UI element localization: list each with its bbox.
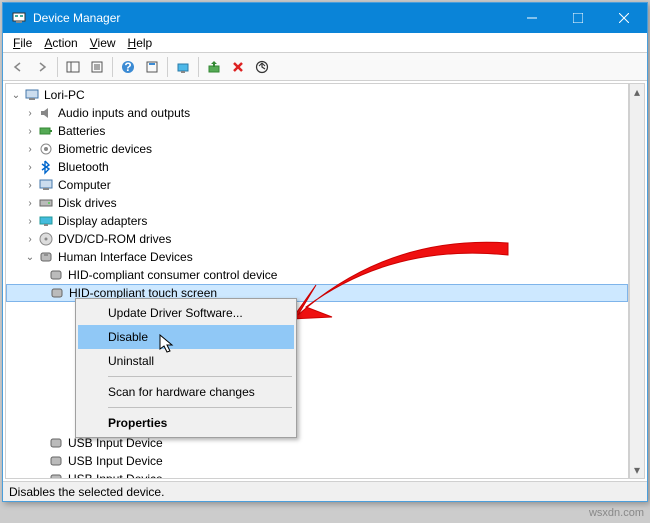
tree-item-biometric[interactable]: › Biometric devices <box>6 140 628 158</box>
tree-item-hid-consumer[interactable]: HID-compliant consumer control device <box>6 266 628 284</box>
window-title: Device Manager <box>33 11 509 25</box>
menu-action[interactable]: Action <box>38 34 83 52</box>
hid-icon <box>38 249 54 265</box>
tree-label: USB Input Device <box>68 472 163 479</box>
tree-label: Audio inputs and outputs <box>58 106 190 120</box>
audio-icon <box>38 105 54 121</box>
tree-item-disk-drives[interactable]: › Disk drives <box>6 194 628 212</box>
computer-icon <box>38 177 54 193</box>
uninstall-button[interactable] <box>227 56 249 78</box>
menu-disable[interactable]: Disable <box>78 325 294 349</box>
maximize-button[interactable] <box>555 3 601 33</box>
menu-separator <box>108 407 292 408</box>
scan-hardware-button[interactable] <box>172 56 194 78</box>
expander-icon[interactable]: › <box>24 161 36 173</box>
hid-device-icon <box>49 285 65 301</box>
update-driver-button[interactable] <box>203 56 225 78</box>
bluetooth-icon <box>38 159 54 175</box>
tree-label: Disk drives <box>58 196 117 210</box>
expander-icon[interactable]: › <box>24 179 36 191</box>
app-icon <box>11 10 27 26</box>
tree-item-usb-input[interactable]: USB Input Device <box>6 452 628 470</box>
back-button[interactable] <box>7 56 29 78</box>
context-menu: Update Driver Software... Disable Uninst… <box>75 298 297 438</box>
tree-item-hid[interactable]: ⌄ Human Interface Devices <box>6 248 628 266</box>
tree-item-computer[interactable]: › Computer <box>6 176 628 194</box>
menu-view[interactable]: View <box>84 34 122 52</box>
disk-icon <box>38 195 54 211</box>
menu-file[interactable]: File <box>7 34 38 52</box>
menu-scan-hardware[interactable]: Scan for hardware changes <box>78 380 294 404</box>
menu-properties[interactable]: Properties <box>78 411 294 435</box>
tree-label: HID-compliant consumer control device <box>68 268 277 282</box>
hid-device-icon <box>48 435 64 451</box>
titlebar: Device Manager <box>3 3 647 33</box>
biometric-icon <box>38 141 54 157</box>
toolbar: ? <box>3 53 647 81</box>
hid-device-icon <box>48 267 64 283</box>
tree-label: Computer <box>58 178 111 192</box>
expander-icon[interactable]: › <box>24 107 36 119</box>
tree-label: Human Interface Devices <box>58 250 193 264</box>
scroll-down-button[interactable]: ▾ <box>630 462 644 478</box>
properties-button[interactable] <box>86 56 108 78</box>
display-icon <box>38 213 54 229</box>
statusbar-text: Disables the selected device. <box>9 485 164 499</box>
tree-label: USB Input Device <box>68 454 163 468</box>
scroll-up-button[interactable]: ▴ <box>630 84 644 100</box>
statusbar: Disables the selected device. <box>3 481 647 501</box>
expander-icon[interactable]: › <box>24 125 36 137</box>
menubar: File Action View Help <box>3 33 647 53</box>
menu-uninstall[interactable]: Uninstall <box>78 349 294 373</box>
show-hide-tree-button[interactable] <box>62 56 84 78</box>
dvd-icon <box>38 231 54 247</box>
menu-update-driver[interactable]: Update Driver Software... <box>78 301 294 325</box>
tree-root[interactable]: ⌄ Lori-PC <box>6 86 628 104</box>
help-button[interactable]: ? <box>117 56 139 78</box>
expander-icon[interactable]: › <box>24 215 36 227</box>
expander-icon[interactable]: ⌄ <box>10 89 22 101</box>
hid-device-icon <box>48 471 64 479</box>
close-button[interactable] <box>601 3 647 33</box>
tree-label: Lori-PC <box>44 88 85 102</box>
expander-icon[interactable]: › <box>24 143 36 155</box>
tree-item-bluetooth[interactable]: › Bluetooth <box>6 158 628 176</box>
tree-item-usb-input[interactable]: USB Input Device <box>6 470 628 479</box>
tree-label: Batteries <box>58 124 105 138</box>
tree-label: Biometric devices <box>58 142 152 156</box>
expander-icon[interactable]: › <box>24 233 36 245</box>
tree-item-dvd[interactable]: › DVD/CD-ROM drives <box>6 230 628 248</box>
menu-separator <box>108 376 292 377</box>
tree-item-audio[interactable]: › Audio inputs and outputs <box>6 104 628 122</box>
tree-item-display[interactable]: › Display adapters <box>6 212 628 230</box>
watermark: wsxdn.com <box>589 507 644 519</box>
action-button[interactable] <box>141 56 163 78</box>
hid-device-icon <box>48 453 64 469</box>
expander-icon[interactable]: ⌄ <box>24 251 36 263</box>
tree-label: Display adapters <box>58 214 147 228</box>
computer-icon <box>24 87 40 103</box>
battery-icon <box>38 123 54 139</box>
svg-text:?: ? <box>124 60 131 74</box>
vertical-scrollbar[interactable]: ▴ ▾ <box>629 83 645 479</box>
tree-label: Bluetooth <box>58 160 109 174</box>
minimize-button[interactable] <box>509 3 555 33</box>
expander-icon[interactable]: › <box>24 197 36 209</box>
tree-label: USB Input Device <box>68 436 163 450</box>
forward-button[interactable] <box>31 56 53 78</box>
tree-label: DVD/CD-ROM drives <box>58 232 171 246</box>
window-controls <box>509 3 647 33</box>
disable-button[interactable] <box>251 56 273 78</box>
menu-help[interactable]: Help <box>122 34 159 52</box>
tree-item-batteries[interactable]: › Batteries <box>6 122 628 140</box>
